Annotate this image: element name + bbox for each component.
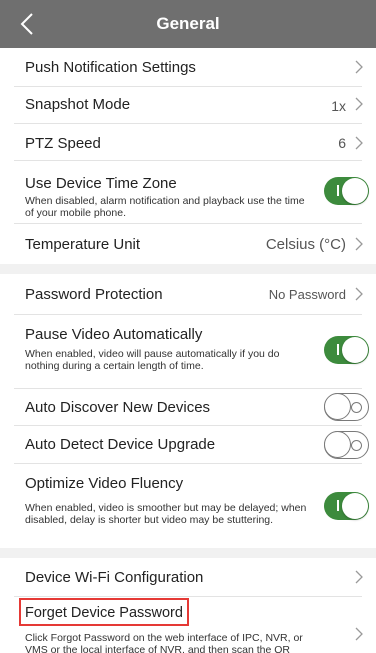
- toggle-off-mark-icon: [351, 440, 362, 451]
- section-gap: [0, 548, 376, 558]
- pause-video-row: Pause Video Automatically When enabled, …: [0, 315, 376, 388]
- ptz-speed-label: PTZ Speed: [25, 135, 101, 152]
- video-fluency-row: Optimize Video Fluency When enabled, vid…: [0, 464, 376, 548]
- temperature-unit-value: Celsius (°C): [265, 236, 346, 253]
- password-protection-row[interactable]: Password Protection No Password: [0, 274, 376, 314]
- password-protection-value: No Password: [268, 287, 346, 302]
- wifi-config-label: Device Wi-Fi Configuration: [25, 569, 204, 586]
- snapshot-mode-label: Snapshot Mode: [25, 96, 131, 113]
- auto-discover-label: Auto Discover New Devices: [25, 399, 211, 416]
- chevron-right-icon: [355, 287, 363, 301]
- chevron-right-icon: [355, 136, 363, 150]
- section-gap: [0, 264, 376, 274]
- chevron-right-icon: [355, 570, 363, 584]
- highlight-box: [19, 598, 189, 626]
- push-notification-row[interactable]: Push Notification Settings: [0, 48, 376, 86]
- ptz-speed-value: 6: [338, 135, 346, 151]
- video-fluency-label: Optimize Video Fluency: [25, 475, 184, 492]
- video-fluency-description: When enabled, video is smoother but may …: [25, 502, 307, 526]
- snapshot-mode-row[interactable]: Snapshot Mode 1x: [0, 87, 376, 123]
- auto-discover-toggle[interactable]: [324, 393, 369, 421]
- time-zone-toggle[interactable]: [324, 177, 369, 205]
- wifi-config-row[interactable]: Device Wi-Fi Configuration: [0, 558, 376, 596]
- chevron-right-icon: [355, 60, 363, 74]
- pause-video-description: When enabled, video will pause automatic…: [25, 348, 280, 372]
- video-fluency-toggle[interactable]: [324, 492, 369, 520]
- toggle-knob: [324, 431, 351, 458]
- toggle-off-mark-icon: [351, 402, 362, 413]
- toggle-knob: [324, 393, 351, 420]
- forget-password-description: Click Forgot Password on the web interfa…: [25, 632, 303, 653]
- snapshot-mode-value: 1x: [331, 98, 346, 114]
- chevron-right-icon: [355, 237, 363, 251]
- toggle-on-mark-icon: [337, 185, 339, 196]
- time-zone-label: Use Device Time Zone: [25, 175, 177, 192]
- toggle-knob: [342, 493, 368, 519]
- auto-discover-row: Auto Discover New Devices: [0, 389, 376, 425]
- toggle-knob: [342, 178, 368, 204]
- chevron-right-icon: [355, 97, 363, 111]
- time-zone-row: Use Device Time Zone When disabled, alar…: [0, 161, 376, 223]
- auto-upgrade-toggle[interactable]: [324, 431, 369, 459]
- auto-upgrade-label: Auto Detect Device Upgrade: [25, 436, 216, 453]
- temperature-unit-row[interactable]: Temperature Unit Celsius (°C): [0, 224, 376, 264]
- toggle-knob: [342, 337, 368, 363]
- ptz-speed-row[interactable]: PTZ Speed 6: [0, 124, 376, 160]
- temperature-unit-label: Temperature Unit: [25, 236, 141, 253]
- page-title: General: [156, 14, 220, 33]
- time-zone-description: When disabled, alarm notification and pl…: [25, 195, 305, 219]
- header-bar: General: [0, 0, 376, 48]
- password-protection-label: Password Protection: [25, 286, 163, 303]
- push-notification-label: Push Notification Settings: [25, 59, 196, 76]
- pause-video-toggle[interactable]: [324, 336, 369, 364]
- toggle-on-mark-icon: [337, 500, 339, 511]
- auto-upgrade-row: Auto Detect Device Upgrade: [0, 426, 376, 463]
- chevron-right-icon: [355, 627, 363, 641]
- toggle-on-mark-icon: [337, 344, 339, 355]
- pause-video-label: Pause Video Automatically: [25, 326, 203, 343]
